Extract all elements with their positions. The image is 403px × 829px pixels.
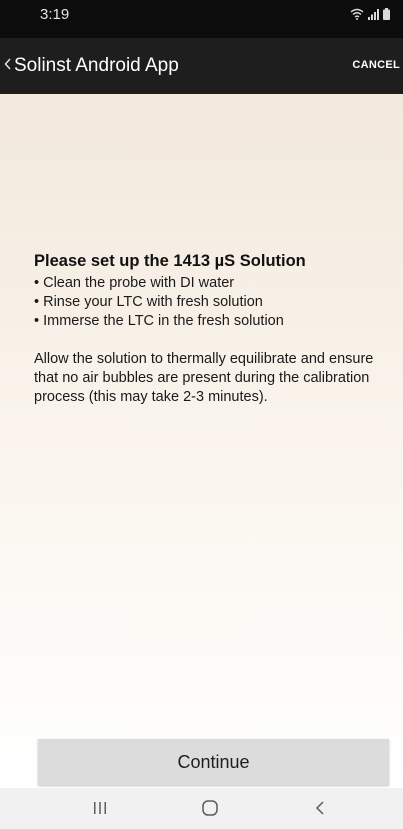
back-icon xyxy=(315,801,324,815)
continue-button[interactable]: Continue xyxy=(38,739,389,785)
status-time: 3:19 xyxy=(40,6,70,23)
chevron-left-icon xyxy=(4,58,11,74)
app-bar: Solinst Android App CANCEL xyxy=(0,38,403,94)
recent-apps-icon xyxy=(94,802,106,814)
status-icons xyxy=(350,8,390,20)
status-bar: 3:19 xyxy=(0,0,403,38)
instructions-note: Allow the solution to thermally equilibr… xyxy=(34,351,374,405)
phone-screen: 3:19 Solinst Android App CANCEL Please s… xyxy=(0,0,403,829)
instructions: Please set up the 1413 µS Solution • Cle… xyxy=(34,252,374,407)
cancel-button[interactable]: CANCEL xyxy=(352,59,400,71)
home-icon xyxy=(202,800,218,816)
recent-apps-button[interactable] xyxy=(80,796,120,820)
wifi-icon xyxy=(350,8,364,20)
content-area xyxy=(0,94,403,788)
instruction-item: • Immerse the LTC in the fresh solution xyxy=(34,313,284,329)
instructions-heading: Please set up the 1413 µS Solution xyxy=(34,252,306,270)
back-button[interactable]: Solinst Android App xyxy=(4,52,179,80)
instruction-item: • Clean the probe with DI water xyxy=(34,275,235,291)
instruction-list: • Clean the probe with DI water • Rinse … xyxy=(34,274,374,331)
battery-icon xyxy=(383,8,390,20)
system-nav-bar xyxy=(0,788,403,829)
nav-back-button[interactable] xyxy=(300,796,340,820)
instruction-item: • Rinse your LTC with fresh solution xyxy=(34,294,263,310)
home-button[interactable] xyxy=(190,796,230,820)
signal-icon xyxy=(368,8,379,20)
app-title: Solinst Android App xyxy=(14,55,179,76)
